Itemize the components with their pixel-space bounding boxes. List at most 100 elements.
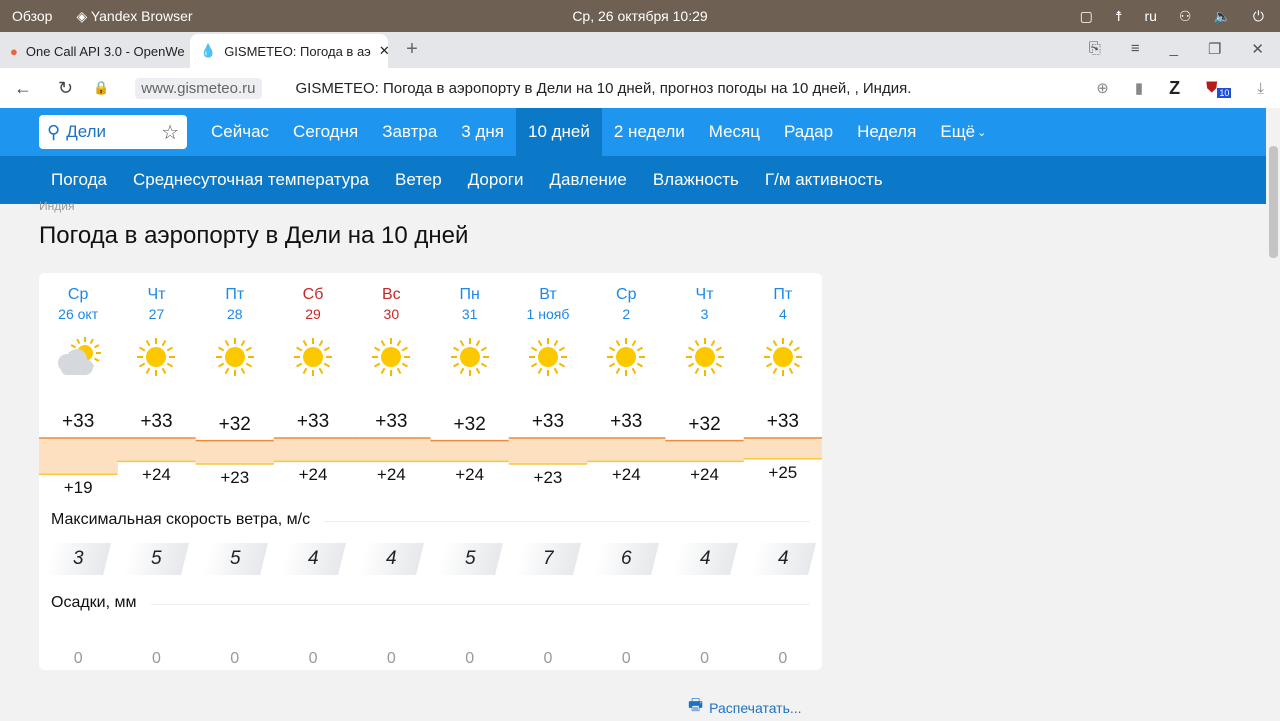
wind-value: 3 xyxy=(72,548,84,569)
day-date: 4 xyxy=(778,306,787,322)
wind-value: 5 xyxy=(464,548,475,569)
scrollbar[interactable] xyxy=(1266,108,1280,720)
page-title-in-omnibox[interactable]: GISMETEO: Погода в аэропорту в Дели на 1… xyxy=(296,80,912,97)
volume-icon[interactable]: 🔈 xyxy=(1213,8,1230,25)
subnav-item[interactable]: Погода xyxy=(38,170,120,190)
close-tab-icon[interactable]: ✕ xyxy=(379,43,388,59)
day-name: Сб xyxy=(302,286,324,303)
print-link[interactable]: 🖶 Распечатать... xyxy=(688,694,802,721)
nav-item[interactable]: 3 дня xyxy=(449,108,516,156)
nav-item[interactable]: 2 недели xyxy=(602,108,697,156)
favorite-star-icon[interactable]: ☆ xyxy=(161,120,179,145)
system-topbar: Обзор ◈ Yandex Browser Ср, 26 октября 10:… xyxy=(0,0,1280,32)
close-window-icon[interactable]: ✕ xyxy=(1251,40,1264,58)
main-nav: ⚲ Дели ☆ Сейчас Сегодня Завтра 3 дня 10 дней 2 … xyxy=(0,108,1280,156)
precip-value: 0 xyxy=(73,650,83,667)
page-title: Погода в аэропорту в Дели на 10 дней xyxy=(39,222,469,249)
wind-speed: 4 xyxy=(352,543,430,575)
scrollbar-thumb[interactable] xyxy=(1269,146,1278,258)
subnav-item[interactable]: Давление xyxy=(536,170,639,190)
sun-icon xyxy=(431,335,509,379)
shield-extension-icon[interactable]: ⛊ 10 xyxy=(1206,79,1232,98)
precip-value: 0 xyxy=(621,650,631,667)
day-date: 29 xyxy=(305,306,321,322)
wind-value: 7 xyxy=(542,548,554,569)
nav-item[interactable]: Сегодня xyxy=(281,108,370,156)
back-icon[interactable]: ← xyxy=(14,78,32,99)
minimize-icon[interactable]: _ xyxy=(1170,40,1178,58)
day-name: Пн xyxy=(459,286,480,303)
precip-value: 0 xyxy=(778,650,788,667)
bookmark-icon[interactable]: ▮ xyxy=(1135,79,1143,97)
temp-range-bar xyxy=(117,438,197,462)
temp-range-bar xyxy=(743,438,822,459)
wind-speed: 3 xyxy=(39,543,117,575)
z-extension-icon[interactable]: Z xyxy=(1169,78,1180,99)
nav-more[interactable]: Ещё ⌄ xyxy=(928,108,998,156)
temp-min: +19 xyxy=(63,478,93,498)
day-name: Ср xyxy=(616,286,637,303)
precip-value: 0 xyxy=(308,650,318,667)
wind-value: 5 xyxy=(229,548,241,569)
temperature-chart xyxy=(39,437,822,476)
sun-icon xyxy=(274,335,352,379)
menu-icon[interactable]: ≡ xyxy=(1131,40,1140,58)
wind-speed: 5 xyxy=(431,543,509,575)
temp-max: +33 xyxy=(375,411,408,432)
new-tab-button[interactable]: + xyxy=(400,38,424,62)
tab-gismeteo[interactable]: 💧 GISMETEO: Погода в аэ ✕ xyxy=(190,34,388,68)
download-icon[interactable]: ⤓ xyxy=(1257,80,1264,97)
sun-icon xyxy=(665,335,743,379)
address-bar: ← ↻ 🔒 www.gismeteo.ru GISMETEO: Погода в … xyxy=(0,68,1280,108)
temp-max: +33 xyxy=(610,411,643,432)
temp-min: +24 xyxy=(690,465,719,485)
subnav-item[interactable]: Влажность xyxy=(640,170,752,190)
lock-icon[interactable]: 🔒 xyxy=(93,80,109,96)
restore-icon[interactable]: ❐ xyxy=(1208,40,1221,58)
precip-value: 0 xyxy=(465,650,475,667)
nav-item[interactable]: 10 дней xyxy=(515,108,602,156)
subnav-item[interactable]: Среднесуточная температура xyxy=(120,170,382,190)
overview-button[interactable]: Обзор xyxy=(12,8,52,25)
temp-max: +33 xyxy=(766,411,799,432)
city-search-input[interactable]: ⚲ Дели ☆ xyxy=(39,115,187,149)
temp-min: +23 xyxy=(533,468,563,487)
subnav-item[interactable]: Дороги xyxy=(455,170,537,190)
day-date: 30 xyxy=(383,306,400,322)
power-icon[interactable]: ⏻ xyxy=(1253,8,1264,25)
temp-max: +32 xyxy=(688,413,721,435)
day-name: Ср xyxy=(67,286,89,303)
accessibility-icon[interactable]: ☨ xyxy=(1115,8,1123,25)
zoom-icon[interactable]: ⊕ xyxy=(1096,79,1109,97)
network-icon[interactable]: ⚇ xyxy=(1179,8,1192,25)
nav-item[interactable]: Месяц xyxy=(697,108,772,156)
tab-openweather[interactable]: ● One Call API 3.0 - OpenWe xyxy=(0,34,190,68)
nav-item[interactable]: Завтра xyxy=(370,108,449,156)
printer-icon: 🖶 xyxy=(688,697,704,714)
nav-item[interactable]: Неделя xyxy=(845,108,928,156)
nav-item[interactable]: Радар xyxy=(772,108,845,156)
extension-badge: 10 xyxy=(1217,87,1232,98)
temp-min: +24 xyxy=(298,465,328,485)
temp-min: +25 xyxy=(768,462,798,482)
precip-value: 0 xyxy=(543,650,553,667)
nav-item[interactable]: Сейчас xyxy=(199,108,281,156)
wind-speed: 7 xyxy=(509,543,587,575)
sun-icon xyxy=(196,335,274,379)
precip-value: 0 xyxy=(386,650,396,667)
language-indicator[interactable]: ru xyxy=(1144,8,1156,24)
day-date: 2 xyxy=(622,306,631,322)
subnav-item[interactable]: Ветер xyxy=(382,170,455,190)
day-date: 27 xyxy=(148,306,165,322)
bookmarks-panel-icon[interactable]: ⎘ xyxy=(1089,40,1101,58)
temp-max: +33 xyxy=(296,411,330,432)
reload-icon[interactable]: ↻ xyxy=(58,78,73,99)
app-menu[interactable]: ◈ Yandex Browser xyxy=(76,8,192,25)
temp-range-bar xyxy=(352,438,431,462)
subnav-item[interactable]: Г/м активность xyxy=(752,170,896,190)
temp-range-bar xyxy=(430,440,510,462)
clipboard-icon[interactable]: ▢ xyxy=(1080,8,1093,25)
day-name: Чт xyxy=(695,286,714,303)
breadcrumb[interactable]: Индия xyxy=(39,199,74,213)
url-field[interactable]: www.gismeteo.ru xyxy=(135,77,262,99)
